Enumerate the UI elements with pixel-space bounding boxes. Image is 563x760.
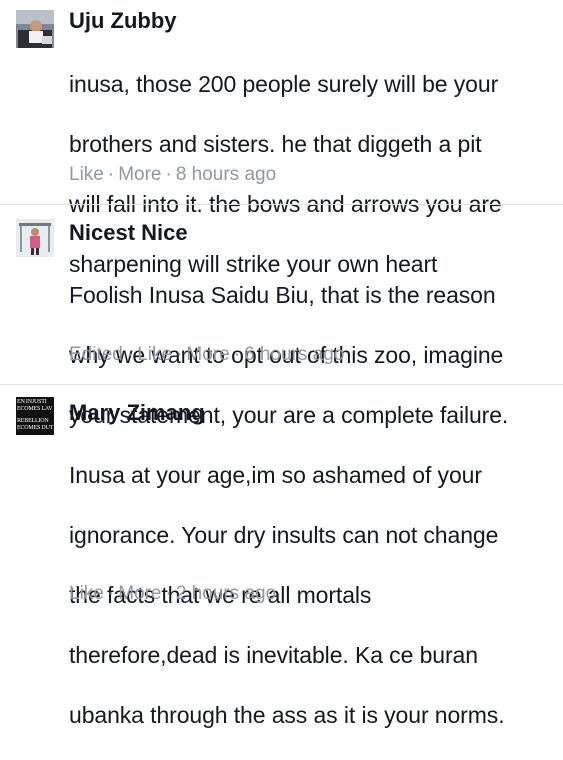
comment-line: inusa, those 200 people surely will be y… (69, 71, 499, 97)
edited-label[interactable]: Edited (69, 344, 123, 365)
comment-line: ubanka through the ass as it is your nor… (69, 702, 505, 728)
divider (0, 204, 563, 205)
timestamp[interactable]: 8 hours ago (176, 164, 276, 185)
avatar-slogan-line: REBELLION (17, 418, 49, 424)
comment-line: Inusa at your age,im so ashamed of your (69, 462, 482, 488)
avatar-slogan-image: EN INJUSTI ECOMES LAV REBELLION ECOMES D… (17, 399, 54, 432)
comment-meta: Like · More · 2 hours ago (69, 582, 276, 606)
avatar[interactable]: EN INJUSTI ECOMES LAV REBELLION ECOMES D… (16, 397, 54, 435)
avatar[interactable] (16, 10, 54, 48)
like-link[interactable]: Like (137, 344, 172, 365)
comment-meta: Like · More · 8 hours ago (69, 163, 276, 187)
comment-line: Foolish Inusa Saidu Biu, that is the rea… (69, 282, 496, 308)
comment-line: therefore,dead is inevitable. Ka ce bura… (69, 642, 478, 668)
separator: · (107, 164, 115, 185)
separator: · (107, 583, 115, 604)
more-link[interactable]: More (186, 344, 229, 365)
commenter-name[interactable]: Mary Zimang (69, 400, 205, 426)
comment-line: brothers and sisters. he that diggeth a … (69, 131, 482, 157)
avatar[interactable] (16, 219, 54, 257)
timestamp[interactable]: 2 hours ago (176, 583, 276, 604)
separator: · (165, 164, 172, 185)
avatar-slogan-line: ECOMES LAV (17, 406, 53, 412)
separator: · (176, 344, 183, 365)
more-link[interactable]: More (118, 583, 161, 604)
separator: · (126, 344, 134, 365)
more-link[interactable]: More (118, 164, 161, 185)
like-link[interactable]: Like (69, 164, 104, 185)
commenter-name[interactable]: Uju Zubby (69, 8, 177, 34)
separator: · (165, 583, 172, 604)
avatar-slogan-line: EN INJUSTI (17, 399, 47, 405)
divider (0, 384, 563, 385)
separator: · (233, 344, 241, 365)
commenter-name[interactable]: Nicest Nice (69, 220, 188, 246)
comment-meta: Edited · Like · More · 6 hours ago (69, 343, 344, 367)
comment-line: ignorance. Your dry insults can not chan… (69, 522, 499, 548)
timestamp[interactable]: 6 hours ago (244, 344, 344, 365)
profile-photo-icon (16, 219, 54, 257)
like-link[interactable]: Like (69, 583, 104, 604)
avatar-slogan-line: ECOMES DUT (17, 425, 54, 431)
profile-photo-icon (16, 10, 54, 48)
